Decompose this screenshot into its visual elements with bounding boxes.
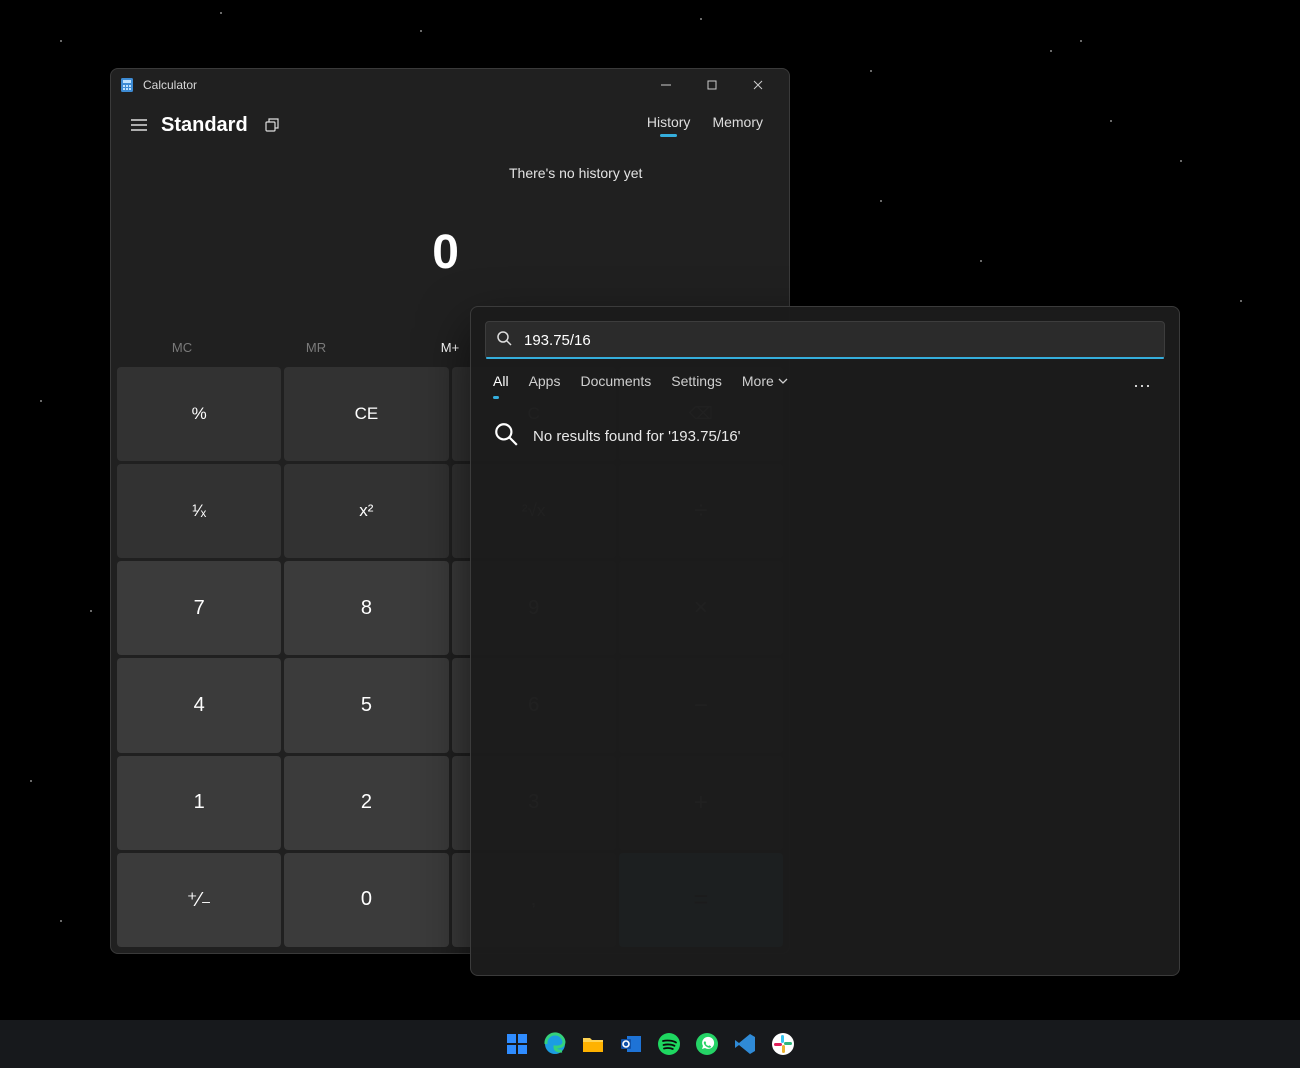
- calculator-header: Standard History Memory: [111, 101, 789, 149]
- calculator-mode-label: Standard: [161, 114, 248, 137]
- search-tab-documents[interactable]: Documents: [580, 373, 651, 399]
- search-tab-all[interactable]: All: [493, 373, 509, 399]
- tab-history[interactable]: History: [647, 114, 691, 136]
- calculator-title-text: Calculator: [143, 78, 197, 92]
- search-no-results: No results found for '193.75/16': [485, 399, 1165, 473]
- close-button[interactable]: [735, 69, 781, 101]
- key-ce[interactable]: CE: [284, 367, 448, 461]
- key-2[interactable]: 2: [284, 756, 448, 850]
- key-negate[interactable]: ⁺⁄₋: [117, 853, 281, 947]
- key-7[interactable]: 7: [117, 561, 281, 655]
- memory-clear-button[interactable]: MC: [115, 340, 249, 355]
- taskbar-spotify-icon[interactable]: [655, 1030, 683, 1058]
- search-tab-settings[interactable]: Settings: [671, 373, 722, 399]
- key-0[interactable]: 0: [284, 853, 448, 947]
- key-percent[interactable]: %: [117, 367, 281, 461]
- taskbar-outlook-icon[interactable]: [617, 1030, 645, 1058]
- history-empty-text: There's no history yet: [509, 151, 775, 181]
- search-icon: [496, 330, 512, 351]
- search-filter-tabs: All Apps Documents Settings More ⋯: [485, 359, 1165, 399]
- magnifier-icon: [493, 421, 519, 451]
- calculator-titlebar[interactable]: Calculator: [111, 69, 789, 101]
- calculator-display: 0: [111, 187, 479, 317]
- start-button[interactable]: [503, 1030, 531, 1058]
- key-8[interactable]: 8: [284, 561, 448, 655]
- key-square[interactable]: x²: [284, 464, 448, 558]
- key-4[interactable]: 4: [117, 658, 281, 752]
- search-tab-more-label: More: [742, 373, 774, 389]
- maximize-button[interactable]: [689, 69, 735, 101]
- key-reciprocal[interactable]: ¹⁄ₓ: [117, 464, 281, 558]
- taskbar[interactable]: [0, 1020, 1300, 1068]
- taskbar-vscode-icon[interactable]: [731, 1030, 759, 1058]
- search-tab-more[interactable]: More: [742, 373, 788, 399]
- history-panel: There's no history yet: [509, 151, 775, 181]
- search-input[interactable]: [522, 331, 1154, 350]
- key-1[interactable]: 1: [117, 756, 281, 850]
- memory-recall-button[interactable]: MR: [249, 340, 383, 355]
- minimize-button[interactable]: [643, 69, 689, 101]
- calculator-app-icon: [119, 77, 135, 93]
- taskbar-slack-icon[interactable]: [769, 1030, 797, 1058]
- keep-on-top-button[interactable]: [252, 117, 292, 133]
- search-more-options-button[interactable]: ⋯: [1133, 376, 1157, 397]
- key-5[interactable]: 5: [284, 658, 448, 752]
- taskbar-edge-icon[interactable]: [541, 1030, 569, 1058]
- chevron-down-icon: [778, 373, 788, 389]
- search-tab-apps[interactable]: Apps: [529, 373, 561, 399]
- tab-memory[interactable]: Memory: [712, 114, 763, 136]
- taskbar-file-explorer-icon[interactable]: [579, 1030, 607, 1058]
- hamburger-menu-button[interactable]: [119, 119, 159, 131]
- search-no-results-text: No results found for '193.75/16': [533, 428, 741, 445]
- windows-search-panel: All Apps Documents Settings More ⋯ No re…: [470, 306, 1180, 976]
- taskbar-whatsapp-icon[interactable]: [693, 1030, 721, 1058]
- history-memory-tabs: History Memory: [647, 114, 781, 136]
- search-box[interactable]: [485, 321, 1165, 359]
